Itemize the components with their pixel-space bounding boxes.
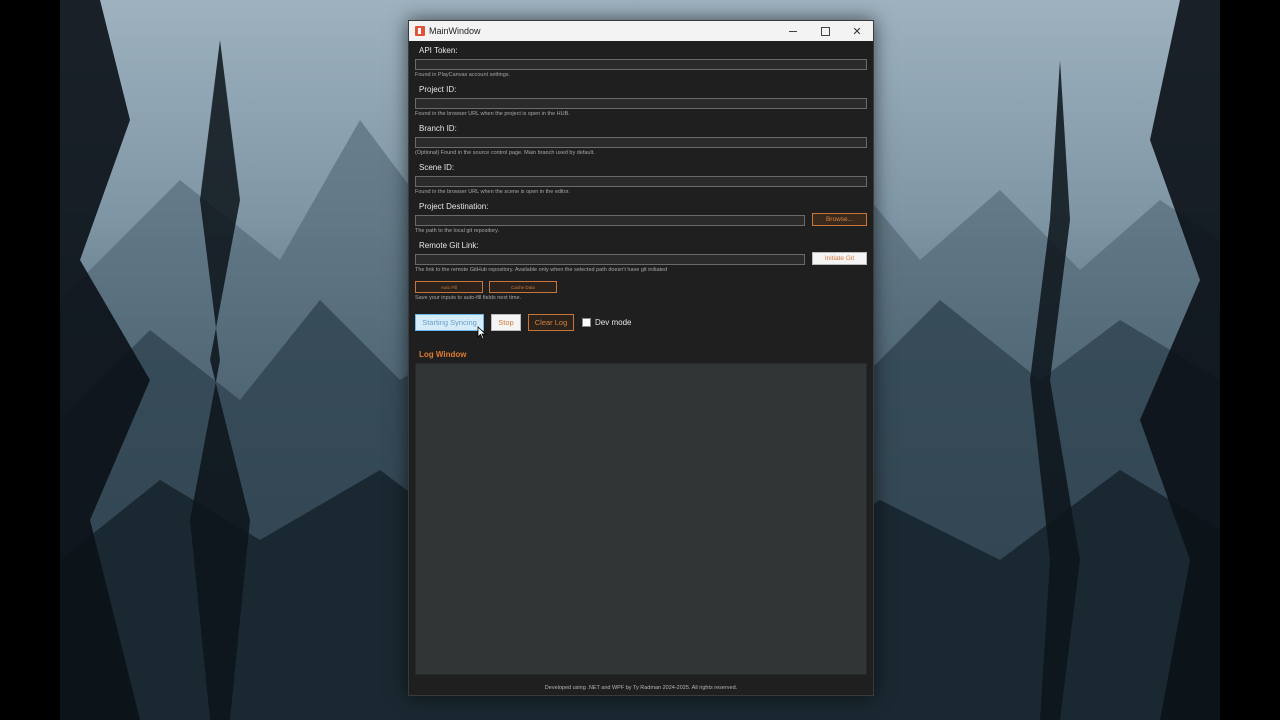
title-bar[interactable]: MainWindow ✕ — [409, 21, 873, 41]
branch-id-input[interactable] — [415, 137, 867, 148]
cache-data-button[interactable]: Cache Data — [489, 281, 557, 293]
scene-id-label: Scene ID: — [419, 163, 455, 172]
letterbox-left — [0, 0, 60, 720]
app-icon — [415, 26, 425, 36]
api-token-help: Found in PlayCanvas account settings. — [415, 72, 511, 78]
window-controls: ✕ — [777, 21, 873, 41]
letterbox-right — [1220, 0, 1280, 720]
api-token-label: API Token: — [419, 46, 458, 55]
mouse-cursor-icon — [477, 326, 487, 340]
scene-id-help: Found in the browser URL when the scene … — [415, 189, 570, 195]
remote-git-link-label: Remote Git Link: — [419, 241, 479, 250]
start-syncing-button[interactable]: Starting Syncing — [415, 314, 484, 331]
project-id-input[interactable] — [415, 98, 867, 109]
scene-id-input[interactable] — [415, 176, 867, 187]
close-button[interactable]: ✕ — [841, 21, 873, 41]
maximize-icon — [820, 26, 830, 36]
minimize-icon — [789, 30, 797, 32]
project-destination-input[interactable] — [415, 215, 805, 226]
window-title: MainWindow — [429, 26, 481, 36]
project-destination-help: The path to the local git repository. — [415, 228, 499, 234]
project-id-help: Found in the browser URL when the projec… — [415, 111, 570, 117]
dev-mode-toggle[interactable]: Dev mode — [582, 318, 631, 327]
auto-fill-button[interactable]: Auto Fill — [415, 281, 483, 293]
footer-text: Developed using .NET and WPF by Ty Radma… — [544, 685, 738, 691]
dev-mode-checkbox[interactable] — [582, 318, 591, 327]
remote-git-link-row: Initiate Git — [415, 252, 867, 265]
main-window: MainWindow ✕ API Token: Found in PlayCan… — [408, 20, 874, 696]
browse-button[interactable]: Browse... — [812, 213, 867, 226]
close-icon: ✕ — [852, 25, 862, 38]
start-syncing-label: Starting Syncing — [422, 318, 477, 327]
form-content: API Token: Found in PlayCanvas account s… — [409, 41, 873, 675]
autofill-help: Save your inputs to auto-fill fields nex… — [415, 295, 522, 301]
dev-mode-label: Dev mode — [595, 318, 632, 327]
log-window[interactable] — [415, 363, 867, 675]
initiate-git-button[interactable]: Initiate Git — [812, 252, 867, 265]
api-token-input[interactable] — [415, 59, 867, 70]
clear-log-button[interactable]: Clear Log — [528, 314, 574, 331]
log-window-title: Log Window — [419, 350, 467, 359]
branch-id-help: (Optional) Found in the source control p… — [415, 150, 595, 156]
remote-git-link-help: The link to the remote GitHub repository… — [415, 267, 668, 273]
project-destination-label: Project Destination: — [419, 202, 489, 211]
project-id-label: Project ID: — [419, 85, 457, 94]
stop-button[interactable]: Stop — [491, 314, 521, 331]
project-destination-row: Browse... — [415, 213, 867, 226]
autofill-buttons: Auto Fill Cache Data — [415, 281, 867, 293]
remote-git-link-input[interactable] — [415, 254, 805, 265]
minimize-button[interactable] — [777, 21, 809, 41]
branch-id-label: Branch ID: — [419, 124, 457, 133]
maximize-button[interactable] — [809, 21, 841, 41]
